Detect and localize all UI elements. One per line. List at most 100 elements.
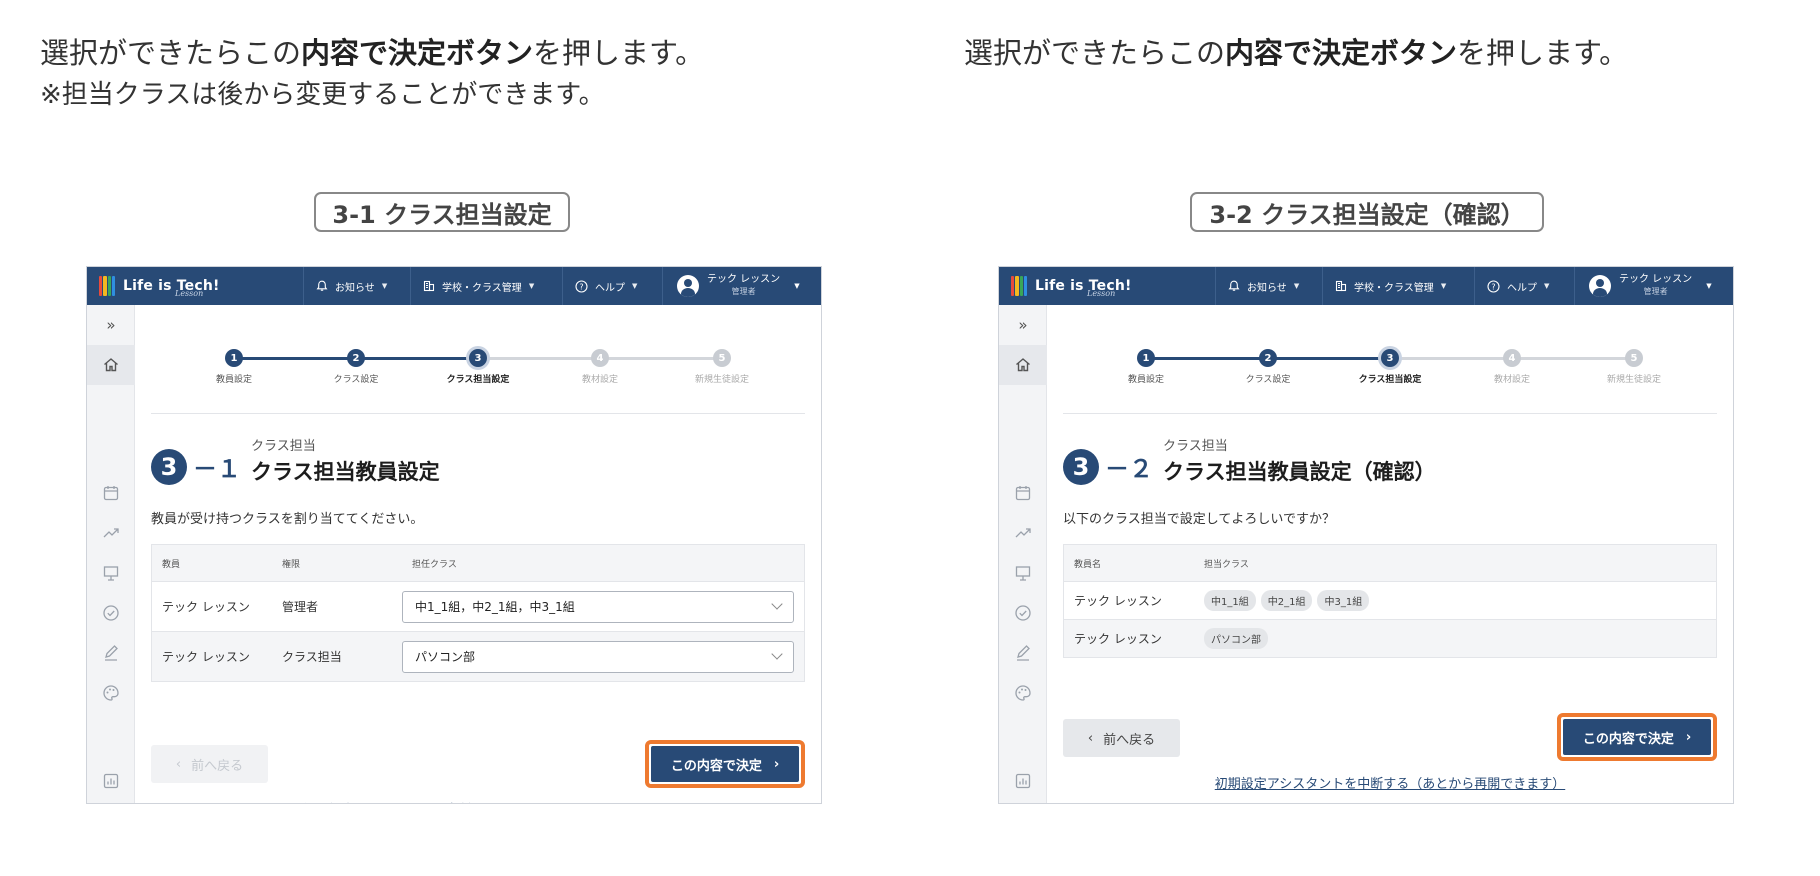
nav-notice[interactable]: お知らせ ▼: [304, 267, 411, 305]
class-chip: パソコン部: [1204, 628, 1268, 649]
step-dot: 1: [1137, 349, 1155, 367]
check-circle-icon[interactable]: [1011, 601, 1035, 625]
step-dot: 5: [713, 349, 731, 367]
trend-icon[interactable]: [1011, 521, 1035, 545]
step-dot: 4: [1503, 349, 1521, 367]
step-dot: 2: [347, 349, 365, 367]
nav-school-label: 学校・クラス管理: [442, 282, 522, 294]
table-row: テック レッスン 管理者 中1_1組，中2_1組，中3_1組: [152, 581, 804, 631]
chart-icon[interactable]: [1011, 769, 1035, 793]
help-icon: ?: [1487, 279, 1500, 293]
class-chip: 中3_1組: [1317, 590, 1370, 611]
step-dot: 2: [1259, 349, 1277, 367]
pen-icon[interactable]: [1011, 641, 1035, 665]
class-select-value: 中1_1組，中2_1組，中3_1組: [415, 600, 575, 614]
user-role: 管理者: [731, 287, 756, 296]
class-select[interactable]: 中1_1組，中2_1組，中3_1組: [402, 590, 794, 623]
pen-icon[interactable]: [99, 641, 123, 665]
table-row: テック レッスン パソコン部: [1064, 619, 1716, 657]
step-label: 教材設定: [581, 375, 618, 385]
nav-school[interactable]: 学校・クラス管理 ▼: [1323, 267, 1475, 305]
logo[interactable]: Life is Tech! Lesson: [87, 267, 304, 305]
presentation-icon[interactable]: [99, 561, 123, 585]
nav-school-label: 学校・クラス管理: [1354, 282, 1434, 294]
nav-school[interactable]: 学校・クラス管理 ▼: [411, 267, 563, 305]
assignment-table: 教員 権限 担任クラス テック レッスン 管理者 中1_1組，中2_1組，中3_…: [151, 544, 805, 682]
nav-notice[interactable]: お知らせ ▼: [1216, 267, 1323, 305]
trend-icon[interactable]: [99, 521, 123, 545]
back-button[interactable]: ‹ 前へ戻る: [151, 745, 268, 783]
row-role: 管理者: [282, 600, 319, 614]
caret-down-icon: ▼: [528, 282, 535, 290]
title-text: クラス担当 クラス担当教員設定: [251, 435, 440, 486]
user-menu[interactable]: テック レッスン 管理者 ▼: [663, 267, 821, 305]
header-teacher: 教員: [162, 559, 181, 570]
chevron-down-icon: [771, 648, 783, 660]
abort-link[interactable]: 初期設定アシスタントを中断する（あとから再開できます）: [151, 799, 805, 803]
step-2: 2 クラス設定: [316, 349, 396, 385]
intro-text: を押します。: [533, 36, 705, 70]
caret-down-icon: ▼: [1544, 282, 1550, 290]
nav-help-label: ヘルプ: [1507, 282, 1537, 294]
step-5: 5 新規生徒設定: [1594, 349, 1674, 385]
step-dot: 3: [1381, 349, 1399, 367]
back-button-label: 前へ戻る: [1103, 732, 1156, 748]
logo-sub: Lesson: [1087, 289, 1116, 298]
row-teacher: テック レッスン: [1074, 632, 1162, 646]
table-header: 教員名 担当クラス: [1064, 545, 1716, 581]
abort-link[interactable]: 初期設定アシスタントを中断する（あとから再開できます）: [1063, 773, 1717, 792]
expand-icon[interactable]: »: [99, 313, 123, 337]
page-title: 3 －２ クラス担当 クラス担当教員設定（確認）: [1063, 435, 1436, 495]
logo-text: Life is Tech!: [123, 278, 220, 294]
presentation-icon[interactable]: [1011, 561, 1035, 585]
building-icon: [1335, 280, 1347, 292]
step-5: 5 新規生徒設定: [682, 349, 762, 385]
check-circle-icon[interactable]: [99, 601, 123, 625]
chevron-right-icon: ›: [1685, 729, 1692, 745]
confirm-button[interactable]: この内容で決定 ›: [1563, 719, 1711, 755]
logo-text: Life is Tech!: [1035, 278, 1132, 294]
user-name: テック レッスン: [1619, 274, 1693, 285]
divider: [1063, 413, 1717, 414]
calendar-icon[interactable]: [99, 481, 123, 505]
confirm-button[interactable]: この内容で決定 ›: [651, 746, 799, 782]
user-menu[interactable]: テック レッスン 管理者 ▼: [1575, 267, 1733, 305]
logo-icon: [99, 276, 115, 296]
header-role: 権限: [282, 559, 301, 570]
confirmation-table: 教員名 担当クラス テック レッスン 中1_1組 中2_1組 中3_1組 テック レ…: [1063, 544, 1717, 658]
step-sub-number: －２: [1105, 455, 1153, 483]
home-icon[interactable]: [87, 345, 135, 385]
palette-icon[interactable]: [99, 681, 123, 705]
app-header: Life is Tech! Lesson お知らせ ▼ 学校・クラス管理 ▼ ?…: [999, 267, 1733, 305]
class-select-value: パソコン部: [415, 650, 476, 664]
chevron-left-icon: ‹: [1087, 730, 1094, 746]
chevron-down-icon: [771, 598, 783, 610]
class-select-wrap: 中1_1組，中2_1組，中3_1組: [402, 590, 804, 623]
step-label: 新規生徒設定: [1606, 375, 1661, 385]
back-button[interactable]: ‹ 前へ戻る: [1063, 719, 1180, 757]
nav-help[interactable]: ? ヘルプ ▼: [1475, 267, 1575, 305]
step-1: 1 教員設定: [194, 349, 274, 385]
chart-icon[interactable]: [99, 769, 123, 793]
divider: [151, 413, 805, 414]
step-label: クラス担当設定: [446, 375, 510, 385]
svg-text:?: ?: [1491, 282, 1495, 291]
palette-icon[interactable]: [1011, 681, 1035, 705]
building-icon: [423, 280, 435, 292]
logo[interactable]: Life is Tech! Lesson: [999, 267, 1216, 305]
step-label: 新規生徒設定: [694, 375, 749, 385]
step-2: 2 クラス設定: [1228, 349, 1308, 385]
table-header: 教員 権限 担任クラス: [152, 545, 804, 581]
expand-icon[interactable]: »: [1011, 313, 1035, 337]
intro-left-line1: 選択ができたらこの内容で決定ボタンを押します。: [40, 32, 704, 74]
intro-text: 選択ができたらこの: [40, 36, 302, 70]
calendar-icon[interactable]: [1011, 481, 1035, 505]
nav-help[interactable]: ? ヘルプ ▼: [563, 267, 663, 305]
home-icon[interactable]: [999, 345, 1047, 385]
sidebar: »: [999, 305, 1047, 803]
nav-notice-label: お知らせ: [335, 282, 375, 294]
caret-down-icon: ▼: [632, 282, 638, 290]
nav-notice-label: お知らせ: [1247, 282, 1287, 294]
class-select[interactable]: パソコン部: [402, 640, 794, 673]
caption-left: 3-1 クラス担当設定: [314, 192, 570, 232]
